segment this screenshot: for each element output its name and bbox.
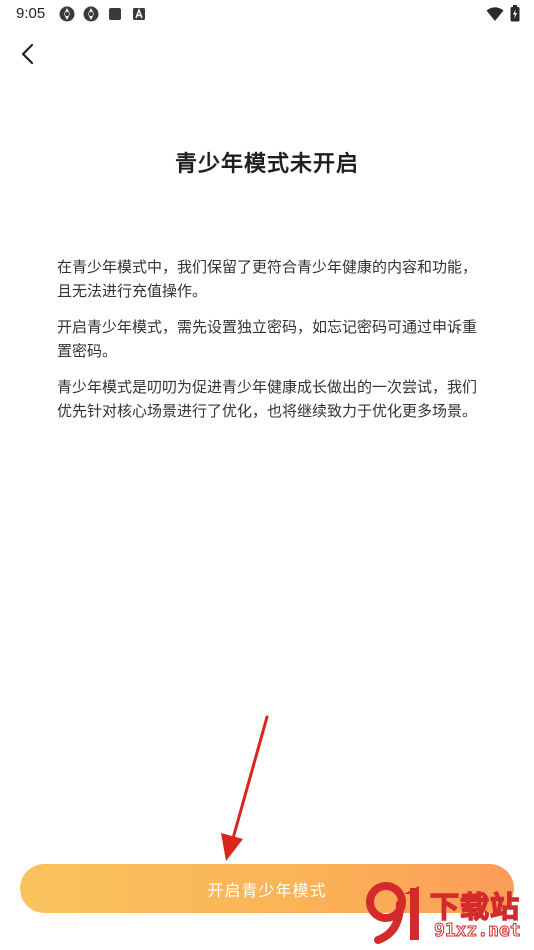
watermark-domain: 91xz.net — [434, 920, 522, 942]
shield-sync-icon — [82, 5, 100, 23]
battery-charging-icon — [510, 5, 520, 26]
notification-icons — [58, 5, 148, 23]
annotation-arrow-icon — [221, 715, 269, 861]
status-bar: 9:05 — [0, 0, 534, 28]
description-paragraph: 在青少年模式中，我们保留了更符合青少年健康的内容和功能，且无法进行充值操作。 — [57, 258, 478, 300]
status-time: 9:05 — [16, 5, 46, 22]
description-paragraph: 开启青少年模式，需先设置独立密码，如忘记密码可通过申诉重置密码。 — [57, 318, 478, 360]
back-button[interactable] — [10, 38, 46, 74]
wifi-icon — [486, 6, 504, 26]
app-a-icon — [130, 5, 148, 23]
shield-sync-icon — [58, 5, 76, 23]
system-icons — [486, 5, 520, 26]
chevron-left-icon — [18, 43, 38, 69]
description-paragraph: 青少年模式是叨叨为促进青少年健康成长做出的一次尝试，我们优先针对核心场景进行了优… — [57, 378, 478, 420]
enable-teen-mode-button[interactable]: 开启青少年模式 — [20, 864, 514, 913]
stop-square-icon — [106, 5, 124, 23]
description: 在青少年模式中，我们保留了更符合青少年健康的内容和功能，且无法进行充值操作。 开… — [57, 255, 482, 435]
page-title: 青少年模式未开启 — [174, 152, 359, 177]
